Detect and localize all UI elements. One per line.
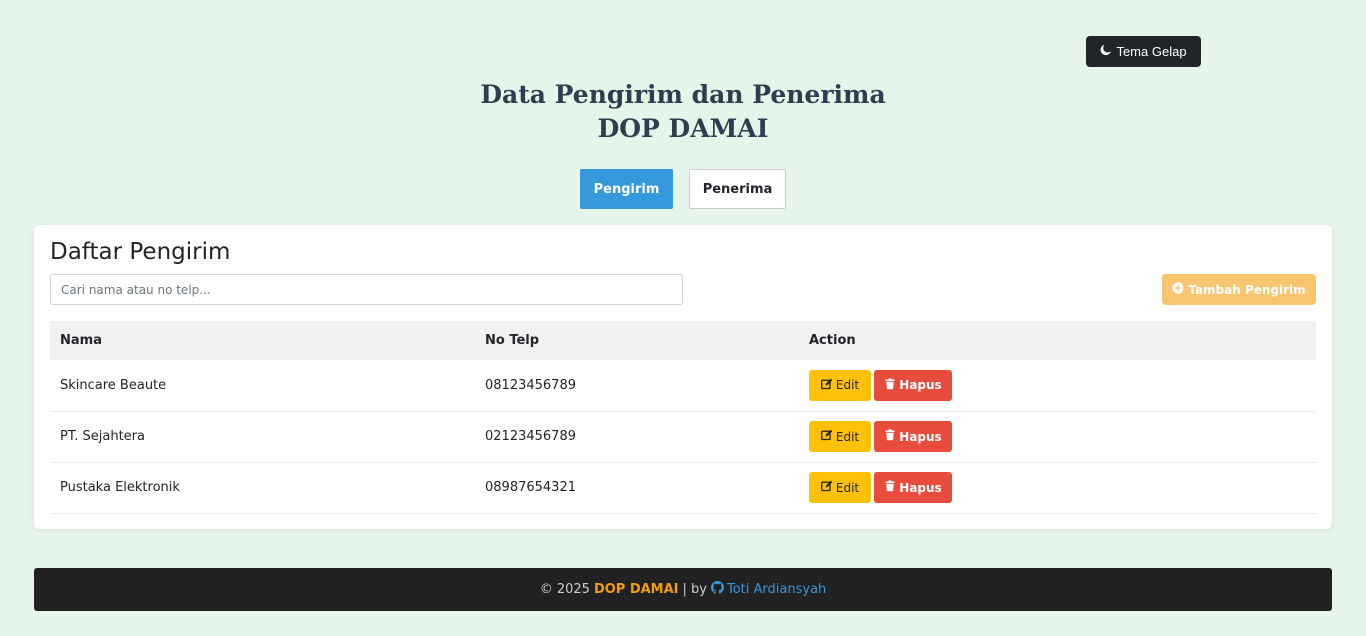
theme-toggle-label: Tema Gelap <box>1116 44 1187 59</box>
card-title: Daftar Pengirim <box>50 239 231 265</box>
page-title-line2: DOP DAMAI <box>597 114 769 143</box>
sender-list-card: Daftar Pengirim Tambah Pengirim Nama No … <box>34 225 1332 529</box>
theme-toggle-button[interactable]: Tema Gelap <box>1086 36 1201 67</box>
delete-button[interactable]: Hapus <box>874 421 952 452</box>
footer-separator: | by <box>682 582 707 597</box>
edit-label: Edit <box>835 429 860 444</box>
cell-nama: PT. Sejahtera <box>60 429 145 444</box>
edit-button[interactable]: Edit <box>809 369 871 401</box>
cell-telp: 02123456789 <box>485 429 576 444</box>
plus-circle-icon <box>1172 282 1184 297</box>
footer: © 2025 DOP DAMAI | by Toti Ardiansyah <box>34 568 1332 611</box>
edit-button[interactable]: Edit <box>809 421 871 452</box>
cell-action: Edit Hapus <box>799 411 1316 462</box>
cell-action: Edit Hapus <box>799 462 1316 513</box>
page-title: Data Pengirim dan Penerima DOP DAMAI <box>0 78 1366 146</box>
trash-icon <box>884 378 896 393</box>
header-telp: No Telp <box>485 333 540 348</box>
cell-telp: 08123456789 <box>485 377 576 393</box>
delete-label: Hapus <box>899 429 942 444</box>
edit-label: Edit <box>835 480 860 495</box>
edit-icon <box>820 429 833 444</box>
tab-pengirim[interactable]: Pengirim <box>580 169 673 209</box>
table-row: Pustaka Elektronik 08987654321 Edit Hapu… <box>50 462 1316 513</box>
cell-action: Edit Hapus <box>799 360 1316 411</box>
cell-telp: 08987654321 <box>485 480 576 495</box>
edit-icon <box>820 480 833 495</box>
github-icon <box>711 581 724 598</box>
trash-icon <box>884 480 896 495</box>
add-sender-label: Tambah Pengirim <box>1188 282 1306 297</box>
delete-label: Hapus <box>899 378 942 393</box>
header-nama: Nama <box>60 333 102 348</box>
cell-nama: Skincare Beaute <box>60 377 167 393</box>
footer-author-label: Toti Ardiansyah <box>727 582 827 597</box>
page-title-line1: Data Pengirim dan Penerima <box>480 80 886 109</box>
add-sender-button[interactable]: Tambah Pengirim <box>1162 274 1316 305</box>
tab-bar: Pengirim Penerima <box>580 169 786 209</box>
trash-icon <box>884 429 896 444</box>
edit-button[interactable]: Edit <box>809 472 871 503</box>
edit-icon <box>820 378 833 393</box>
edit-label: Edit <box>835 378 860 393</box>
delete-label: Hapus <box>899 480 942 495</box>
search-input[interactable] <box>50 274 683 305</box>
footer-author-link[interactable]: Toti Ardiansyah <box>711 581 826 598</box>
delete-button[interactable]: Hapus <box>874 369 952 401</box>
tab-penerima[interactable]: Penerima <box>689 169 786 209</box>
table-row: PT. Sejahtera 02123456789 Edit Hapus <box>50 411 1316 462</box>
table-header-row: Nama No Telp Action <box>50 321 1316 360</box>
delete-button[interactable]: Hapus <box>874 472 952 503</box>
table-row: Skincare Beaute 08123456789 Edit Hapus <box>50 360 1316 411</box>
cell-nama: Pustaka Elektronik <box>60 480 180 495</box>
moon-icon <box>1100 44 1112 59</box>
footer-copyright: © 2025 <box>539 582 590 597</box>
sender-table: Nama No Telp Action Skincare Beaute 0812… <box>50 321 1316 514</box>
header-action: Action <box>809 333 856 348</box>
footer-brand: DOP DAMAI <box>593 582 679 597</box>
